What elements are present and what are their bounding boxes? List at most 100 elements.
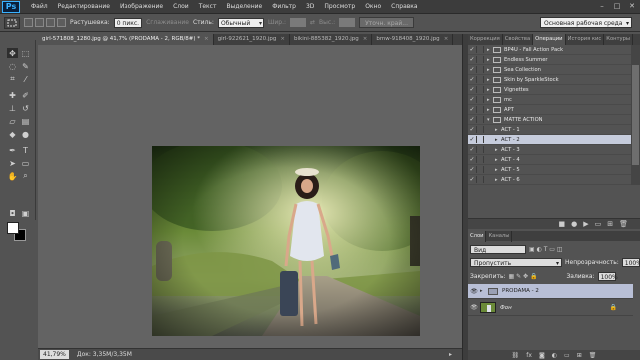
lock-icons[interactable]: ▦ ✎ ✥ 🔒: [509, 273, 538, 280]
antialias-checkbox[interactable]: Сглаживание: [146, 19, 189, 26]
action-row[interactable]: ✓ ▸ mc: [468, 95, 631, 105]
gradient-tool-icon[interactable]: ▤: [20, 116, 31, 126]
action-row[interactable]: ✓ ▸ ACT - 4: [468, 155, 631, 165]
menu-filter[interactable]: Фильтр: [267, 3, 301, 10]
dialog-toggle-box[interactable]: [476, 136, 484, 143]
action-row[interactable]: ✓ ▸ ACT - 6: [468, 175, 631, 185]
tab-layers[interactable]: Слои: [468, 231, 487, 242]
link-icon[interactable]: ⛓: [512, 352, 520, 359]
dodge-tool-icon[interactable]: ●: [20, 129, 31, 139]
toggle-check-icon[interactable]: ✓: [468, 46, 476, 53]
action-row[interactable]: ✓ ▸ Sea Collection: [468, 65, 631, 75]
new-action-icon[interactable]: ⊞: [607, 220, 613, 228]
new-layer-icon[interactable]: ⊞: [577, 352, 582, 359]
toggle-check-icon[interactable]: ✓: [468, 66, 476, 73]
delete-layer-icon[interactable]: 🗑: [589, 352, 597, 359]
eraser-tool-icon[interactable]: ▱: [7, 116, 18, 126]
height-input[interactable]: [339, 18, 356, 27]
menu-edit[interactable]: Редактирование: [53, 3, 115, 10]
toggle-check-icon[interactable]: ✓: [468, 116, 476, 123]
rectangle-tool-icon[interactable]: ▭: [20, 158, 31, 168]
menu-layers[interactable]: Слои: [168, 3, 194, 10]
fill-input[interactable]: 100%: [597, 272, 618, 281]
menu-help[interactable]: Справка: [386, 3, 422, 10]
action-row[interactable]: ✓ ▸ Endless Summer: [468, 55, 631, 65]
brush-tool-icon[interactable]: ✐: [20, 90, 31, 100]
tab-history[interactable]: История кис: [566, 34, 605, 45]
toggle-check-icon[interactable]: ✓: [468, 136, 476, 143]
pen-tool-icon[interactable]: ✒: [7, 145, 18, 155]
record-icon[interactable]: ●: [571, 220, 577, 228]
tool-preset-picker[interactable]: [4, 16, 20, 29]
dialog-toggle-box[interactable]: [476, 96, 484, 103]
layer-row-group[interactable]: 👁 ▸ PRODAMA - 2: [468, 284, 633, 299]
action-row[interactable]: ✓ ▸ Skin by SparkleStock: [468, 75, 631, 85]
toggle-check-icon[interactable]: ✓: [468, 86, 476, 93]
new-selection-icon[interactable]: [24, 18, 33, 27]
refine-edge-button[interactable]: Уточн. край...: [359, 17, 414, 28]
quick-mask-icon[interactable]: ◘: [7, 208, 18, 218]
intersect-selection-icon[interactable]: [57, 18, 66, 27]
close-icon[interactable]: ✕: [628, 2, 636, 10]
toggle-check-icon[interactable]: ✓: [468, 166, 476, 173]
status-menu-icon[interactable]: ▸: [449, 351, 452, 358]
action-row[interactable]: ✓ ▸ ACT - 5: [468, 165, 631, 175]
menu-select[interactable]: Выделение: [221, 3, 267, 10]
healing-tool-icon[interactable]: ✚: [7, 90, 18, 100]
workspace-select[interactable]: Основная рабочая среда: [540, 17, 632, 29]
close-tab-icon[interactable]: ×: [363, 34, 368, 45]
action-row[interactable]: ✓ ▸ ACT - 2: [468, 135, 631, 145]
close-tab-icon[interactable]: ×: [204, 34, 209, 45]
action-row[interactable]: ✓ ▸ Vignettes: [468, 85, 631, 95]
dialog-toggle-box[interactable]: [476, 86, 484, 93]
visibility-eye-icon[interactable]: 👁: [468, 288, 480, 295]
dialog-toggle-box[interactable]: [476, 46, 484, 53]
tab-properties[interactable]: Свойства: [503, 34, 534, 45]
play-icon[interactable]: ▶: [583, 220, 588, 228]
action-row[interactable]: ✓ ▾ MATTE ACTION: [468, 115, 631, 125]
tab-girl-571808[interactable]: girl-571808_1280.jpg @ 41,7% (PRODAMA - …: [38, 34, 214, 45]
dialog-toggle-box[interactable]: [476, 56, 484, 63]
action-row[interactable]: ✓ ▸ APT: [468, 105, 631, 115]
dialog-toggle-box[interactable]: [476, 106, 484, 113]
dialog-toggle-box[interactable]: [476, 116, 484, 123]
adjustment-icon[interactable]: ◐: [552, 352, 557, 359]
dialog-toggle-box[interactable]: [476, 66, 484, 73]
close-tab-icon[interactable]: ×: [444, 34, 449, 45]
toggle-check-icon[interactable]: ✓: [468, 126, 476, 133]
feather-input[interactable]: 0 пикс.: [113, 17, 143, 28]
new-set-icon[interactable]: ▭: [595, 220, 602, 228]
dialog-toggle-box[interactable]: [476, 166, 484, 173]
layer-row-background[interactable]: 👁 Фон 🔒: [468, 300, 633, 316]
tab-girl-922621[interactable]: girl-922621_1920.jpg ×: [214, 34, 290, 45]
document-photo[interactable]: [152, 146, 420, 336]
stop-icon[interactable]: ■: [558, 220, 565, 228]
move-tool-icon[interactable]: ✥: [7, 48, 18, 58]
expand-triangle-icon[interactable]: ▸: [480, 288, 488, 294]
tab-bmw-918408[interactable]: bmw-918408_1920.jpg ×: [372, 34, 454, 45]
history-brush-tool-icon[interactable]: ↺: [20, 103, 31, 113]
toggle-check-icon[interactable]: ✓: [468, 96, 476, 103]
lasso-tool-icon[interactable]: ◌: [7, 61, 18, 71]
eyedropper-tool-icon[interactable]: ⁄: [20, 74, 31, 84]
dialog-toggle-box[interactable]: [476, 146, 484, 153]
foreground-color-swatch[interactable]: [7, 222, 19, 234]
dialog-toggle-box[interactable]: [476, 126, 484, 133]
dialog-toggle-box[interactable]: [476, 76, 484, 83]
maximize-icon[interactable]: □: [613, 2, 621, 10]
toggle-check-icon[interactable]: ✓: [468, 106, 476, 113]
tab-channels[interactable]: Каналы: [486, 231, 513, 242]
swap-icon[interactable]: ⇄: [310, 19, 315, 26]
screen-mode-icon[interactable]: ▣: [20, 208, 31, 218]
menu-image[interactable]: Изображение: [115, 3, 168, 10]
crop-tool-icon[interactable]: ⌗: [7, 74, 18, 84]
filter-icons[interactable]: ▣ ◐ T ▭ ◫: [529, 246, 563, 253]
tab-bikini-885382[interactable]: bikini-885382_1920.jpg ×: [290, 34, 373, 45]
style-select[interactable]: Обычный: [217, 17, 264, 29]
type-tool-icon[interactable]: T: [20, 145, 31, 155]
canvas-area[interactable]: [38, 45, 462, 348]
dialog-toggle-box[interactable]: [476, 176, 484, 183]
quick-select-tool-icon[interactable]: ✎: [20, 61, 31, 71]
blur-tool-icon[interactable]: ◆: [7, 129, 18, 139]
toggle-check-icon[interactable]: ✓: [468, 56, 476, 63]
